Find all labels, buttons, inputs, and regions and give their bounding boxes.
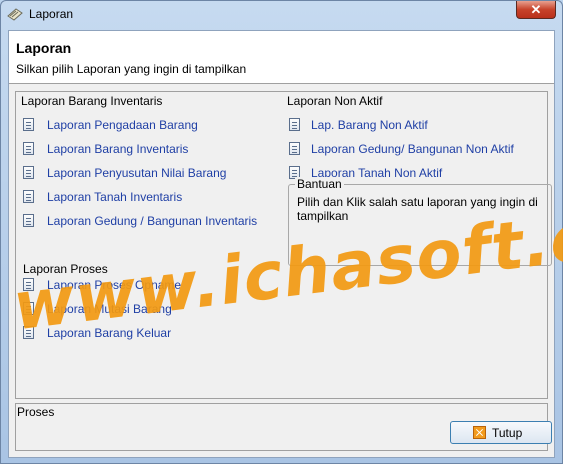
close-icon: ✕ [530,2,542,17]
window-close-button[interactable]: ✕ [516,1,556,19]
document-icon [23,214,34,227]
link-laporan-proses-opname[interactable]: Laporan Proses Opname [47,278,181,292]
report-window: Laporan ✕ Laporan Silkan pilih Laporan y… [0,0,563,464]
link-laporan-pengadaan-barang[interactable]: Laporan Pengadaan Barang [47,118,198,132]
document-icon [23,166,34,179]
group-label-non-aktif: Laporan Non Aktif [287,94,383,108]
link-laporan-gedung-bangunan-inventaris[interactable]: Laporan Gedung / Bangunan Inventaris [47,214,257,228]
close-button-label: Tutup [492,426,523,440]
link-lap-barang-non-aktif[interactable]: Lap. Barang Non Aktif [311,118,428,132]
report-window-icon [7,8,23,21]
link-laporan-barang-inventaris[interactable]: Laporan Barang Inventaris [47,142,188,156]
document-icon [23,302,34,315]
group-label-inventaris: Laporan Barang Inventaris [21,94,163,108]
document-icon [289,142,300,155]
link-laporan-gedung-bangunan-non-aktif[interactable]: Laporan Gedung/ Bangunan Non Aktif [311,142,514,156]
title-bar[interactable]: Laporan ✕ [1,1,562,29]
link-laporan-penyusutan-nilai-barang[interactable]: Laporan Penyusutan Nilai Barang [47,166,226,180]
window-title: Laporan [29,7,74,21]
page-subtitle: Silkan pilih Laporan yang ingin di tampi… [16,62,247,76]
link-laporan-barang-keluar[interactable]: Laporan Barang Keluar [47,326,171,340]
page-title: Laporan [16,40,72,56]
help-text: Pilih dan Klik salah satu laporan yang i… [297,195,538,223]
document-icon [23,326,34,339]
link-laporan-mutasi-barang[interactable]: Laporan Mutasi Barang [47,302,172,316]
close-button[interactable]: Tutup [450,421,552,444]
dialog-body: Laporan Silkan pilih Laporan yang ingin … [8,30,555,458]
document-icon [23,118,34,131]
close-icon [473,426,486,439]
document-icon [23,142,34,155]
status-label: Proses [17,405,55,419]
dialog-header: Laporan Silkan pilih Laporan yang ingin … [9,31,554,84]
link-laporan-tanah-inventaris[interactable]: Laporan Tanah Inventaris [47,190,182,204]
document-icon [23,278,34,291]
help-legend: Bantuan [295,177,344,191]
document-icon [23,190,34,203]
group-label-proses: Laporan Proses [23,262,108,276]
document-icon [289,118,300,131]
